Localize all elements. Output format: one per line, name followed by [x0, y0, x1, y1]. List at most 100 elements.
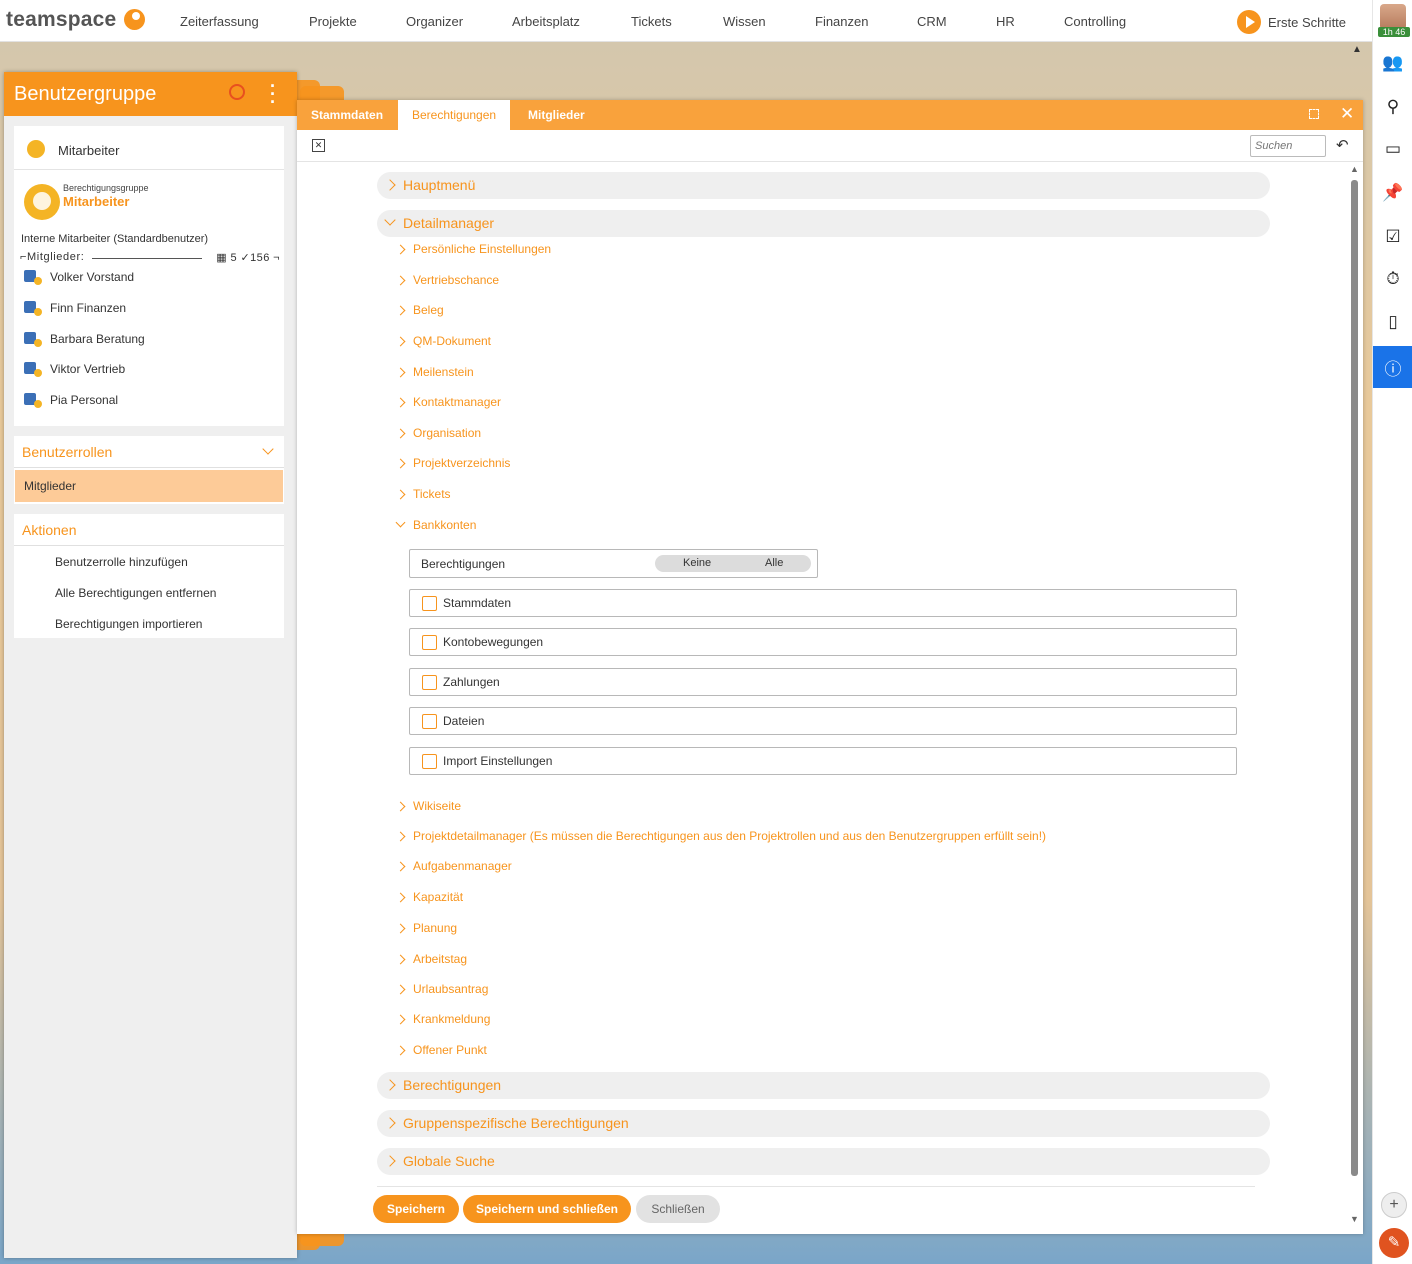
section-globale-suche[interactable]: Globale Suche [377, 1148, 1270, 1175]
roles-card: Benutzerrollen Mitglieder [14, 436, 284, 504]
chevron-right-icon [395, 1045, 406, 1056]
undo-icon[interactable]: ↶ [1336, 136, 1349, 154]
maximize-icon[interactable] [1309, 109, 1319, 119]
group-card: Mitarbeiter Berechtigungsgruppe Mitarbei… [14, 126, 284, 426]
toggle-all[interactable]: Alle [765, 557, 783, 569]
member-item[interactable]: Viktor Vertrieb [24, 359, 125, 379]
search-icon[interactable]: ⚲ [1373, 88, 1412, 126]
member-item[interactable]: Finn Finanzen [24, 298, 126, 318]
close-icon[interactable]: ✕ [1340, 104, 1354, 124]
stopwatch-icon[interactable]: ⏱ [1373, 260, 1412, 298]
role-item-mitglieder[interactable]: Mitglieder [15, 470, 283, 502]
timer-badge: 1h 46 [1378, 27, 1410, 37]
user-icon [24, 361, 44, 378]
logo-mark-icon [124, 9, 145, 30]
pin-icon[interactable]: 📌 [1373, 174, 1412, 212]
nav-item-tickets[interactable]: Tickets [631, 14, 672, 29]
checkbox[interactable] [422, 714, 437, 729]
roles-header[interactable]: Benutzerrollen [14, 436, 284, 468]
action-remove-permissions[interactable]: Alle Berechtigungen entfernen [14, 577, 284, 608]
chevron-right-icon [395, 489, 406, 500]
checkbox[interactable] [422, 635, 437, 650]
scroll-up-arrow-icon[interactable]: ▲ [1352, 44, 1362, 55]
checkbox[interactable] [422, 754, 437, 769]
member-item[interactable]: Pia Personal [24, 390, 118, 410]
nav-item-finanzen[interactable]: Finanzen [815, 14, 868, 29]
checkbox[interactable] [422, 675, 437, 690]
action-add-role[interactable]: Benutzerrolle hinzufügen [14, 546, 284, 577]
tab-berechtigungen[interactable]: Berechtigungen [398, 100, 511, 130]
group-row[interactable]: Mitarbeiter [14, 126, 284, 170]
section-hauptmenu[interactable]: Hauptmenü [377, 172, 1270, 199]
chevron-down-icon [384, 214, 396, 226]
nav-item-wissen[interactable]: Wissen [723, 14, 766, 29]
nav-item-zeiterfassung[interactable]: Zeiterfassung [180, 14, 259, 29]
scroll-up-icon[interactable]: ▲ [1350, 164, 1359, 174]
nav-item-projekte[interactable]: Projekte [309, 14, 357, 29]
chevron-down-icon [262, 443, 274, 455]
nav-item-crm[interactable]: CRM [917, 14, 947, 29]
info-icon[interactable]: ⓘ [1373, 346, 1412, 388]
gear-icon[interactable] [229, 84, 245, 100]
inbox-icon[interactable]: ▭ [1373, 130, 1412, 168]
nav-item-arbeitsplatz[interactable]: Arbeitsplatz [512, 14, 580, 29]
save-button[interactable]: Speichern [373, 1195, 459, 1223]
chevron-right-icon [395, 861, 406, 872]
chevron-right-icon [395, 984, 406, 995]
chevron-right-icon [395, 428, 406, 439]
nav-item-controlling[interactable]: Controlling [1064, 14, 1126, 29]
actions-card: Aktionen Benutzerrolle hinzufügen Alle B… [14, 514, 284, 638]
more-menu-icon[interactable]: · · · [270, 77, 276, 111]
section-berechtigungen[interactable]: Berechtigungen [377, 1072, 1270, 1099]
chevron-right-icon [395, 801, 406, 812]
app-logo[interactable]: teamspace [6, 8, 116, 32]
tasks-icon[interactable]: ☑ [1373, 218, 1412, 256]
top-navigation: teamspace Zeiterfassung Projekte Organiz… [0, 0, 1372, 42]
action-import-permissions[interactable]: Berechtigungen importieren [14, 608, 284, 639]
close-button[interactable]: Schließen [636, 1195, 720, 1223]
search-input[interactable] [1250, 135, 1326, 157]
left-panel-header: Benutzergruppe · · · [4, 72, 297, 116]
tab-mitglieder[interactable]: Mitglieder [514, 100, 599, 130]
checkbox-row[interactable]: Stammdaten [409, 589, 1237, 617]
checkbox-row[interactable]: Import Einstellungen [409, 747, 1237, 775]
scrollbar-thumb[interactable] [1351, 180, 1358, 1176]
toggle-none[interactable]: Keine [683, 557, 711, 569]
erste-schritte-button[interactable]: Erste Schritte [1237, 10, 1346, 34]
members-divider [92, 258, 202, 259]
chevron-right-icon [384, 179, 396, 191]
group-icon [27, 140, 45, 158]
mobile-icon[interactable]: ▯ [1373, 303, 1412, 341]
permission-toggle[interactable]: Keine Alle [655, 555, 811, 572]
footer-divider [377, 1186, 1255, 1187]
play-icon [1237, 10, 1261, 34]
section-detailmanager[interactable]: Detailmanager [377, 210, 1270, 237]
chevron-right-icon [395, 244, 406, 255]
vertical-scrollbar[interactable]: ▲ ▼ [1350, 164, 1360, 1230]
member-item[interactable]: Barbara Beratung [24, 329, 145, 349]
save-and-close-button[interactable]: Speichern und schließen [463, 1195, 631, 1223]
add-widget-icon[interactable]: + [1381, 1192, 1407, 1218]
permissions-dialog: Stammdaten Berechtigungen Mitglieder ✕ ✕… [297, 100, 1363, 1234]
user-icon [24, 331, 44, 348]
chevron-right-icon [395, 397, 406, 408]
checkbox-row[interactable]: Zahlungen [409, 668, 1237, 696]
permission-toggle-row: Berechtigungen Keine Alle [409, 549, 818, 578]
member-item[interactable]: Volker Vorstand [24, 267, 134, 287]
nav-item-hr[interactable]: HR [996, 14, 1015, 29]
checkbox[interactable] [422, 596, 437, 611]
nav-item-organizer[interactable]: Organizer [406, 14, 463, 29]
scroll-down-icon[interactable]: ▼ [1350, 1214, 1359, 1224]
actions-header: Aktionen [14, 514, 284, 546]
excel-export-icon[interactable]: ✕ [312, 139, 325, 152]
tab-stammdaten[interactable]: Stammdaten [297, 100, 397, 130]
checkbox-row[interactable]: Dateien [409, 707, 1237, 735]
chevron-right-icon [395, 305, 406, 316]
wrench-icon[interactable]: ✎ [1379, 1228, 1409, 1258]
section-gruppenspezifisch[interactable]: Gruppenspezifische Berechtigungen [377, 1110, 1270, 1137]
permission-label: Berechtigungen [421, 557, 506, 571]
checkbox-row[interactable]: Kontobewegungen [409, 628, 1237, 656]
users-icon[interactable]: 👥 [1373, 44, 1412, 82]
roles-title: Benutzerrollen [22, 444, 113, 460]
user-icon [24, 392, 44, 409]
